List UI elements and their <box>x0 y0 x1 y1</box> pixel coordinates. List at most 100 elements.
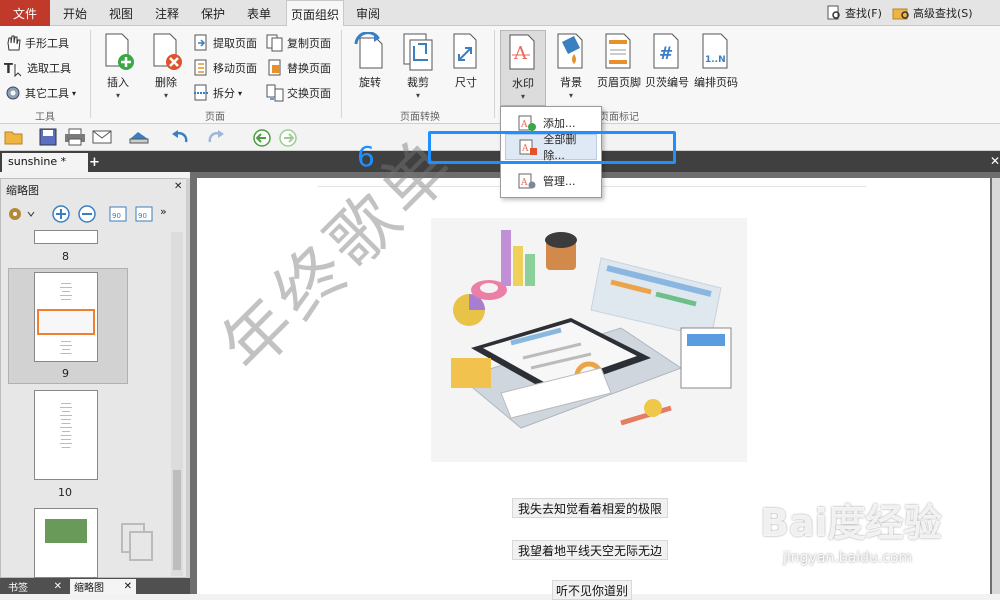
rotate-button[interactable]: 旋转 <box>350 30 390 104</box>
close-icon[interactable]: ✕ <box>124 581 132 592</box>
swap-page-button[interactable]: 交换页面 <box>266 82 331 104</box>
print-icon[interactable] <box>64 128 86 146</box>
back-arrow-icon[interactable] <box>252 128 272 148</box>
document-tab-sunshine[interactable]: sunshine * <box>2 153 88 172</box>
rotate-right-icon[interactable]: 90 <box>134 205 154 223</box>
zoom-in-icon[interactable] <box>52 205 70 223</box>
tab-comment[interactable]: 注释 <box>148 0 186 26</box>
replace-label: 替换页面 <box>287 62 331 75</box>
undo-icon[interactable] <box>170 129 190 145</box>
svg-text:90: 90 <box>138 212 147 220</box>
chevron-down-icon: ▾ <box>520 92 525 101</box>
rotate-label: 旋转 <box>359 76 381 89</box>
new-tab-icon[interactable]: + <box>89 155 100 170</box>
bates-number-icon: # <box>653 33 679 69</box>
open-folder-icon[interactable] <box>4 128 26 146</box>
gear-icon <box>6 86 20 100</box>
insert-page-icon <box>105 33 134 70</box>
close-panel-icon[interactable]: ✕ <box>174 181 182 192</box>
svg-text:1..N: 1..N <box>705 55 726 65</box>
svg-text:A: A <box>513 43 528 64</box>
svg-text:A: A <box>520 120 528 130</box>
manage-watermark-item[interactable]: A 管理... <box>505 168 597 194</box>
rotate-left-icon[interactable]: 90 <box>108 205 128 223</box>
hand-tool-label: 手形工具 <box>25 37 69 50</box>
file-menu-tab[interactable]: 文件 <box>0 0 50 26</box>
tab-page-organize[interactable]: 页面组织 <box>286 0 344 27</box>
forward-arrow-icon[interactable] <box>278 128 298 148</box>
tab-view[interactable]: 视图 <box>102 0 140 26</box>
text-cursor-icon: T <box>4 62 22 77</box>
rotate-icon <box>354 32 383 69</box>
insert-page-button[interactable]: 插入 ▾ <box>98 30 138 104</box>
page-numbering-button[interactable]: 1..N 编排页码 <box>692 30 740 104</box>
page-scrollbar[interactable] <box>992 178 1000 594</box>
svg-text:90: 90 <box>112 212 121 220</box>
tab-home[interactable]: 开始 <box>56 0 94 26</box>
tab-review[interactable]: 审阅 <box>350 0 386 26</box>
bates-label: 贝茨编号 <box>645 76 689 89</box>
background-button[interactable]: 背景 ▾ <box>550 30 592 104</box>
save-icon[interactable] <box>38 128 58 146</box>
tab-form[interactable]: 表单 <box>240 0 278 26</box>
thumbnail-tab-label: 缩略图 <box>74 583 104 594</box>
move-page-icon <box>194 59 207 76</box>
close-icon[interactable]: ✕ <box>54 581 62 592</box>
insert-label: 插入 <box>107 76 129 89</box>
swap-page-icon <box>266 84 284 102</box>
extract-page-button[interactable]: 提取页面 <box>192 32 257 54</box>
header-footer-icon <box>605 33 631 69</box>
hand-tool-button[interactable]: 手形工具 <box>4 32 69 54</box>
thumbnail-page-11[interactable] <box>34 508 98 578</box>
zoom-out-icon[interactable] <box>78 205 96 223</box>
header-footer-button[interactable]: 页眉页脚 <box>596 30 642 104</box>
size-label: 尺寸 <box>455 76 477 89</box>
select-tool-label: 选取工具 <box>27 62 71 75</box>
move-page-button[interactable]: 移动页面 <box>192 57 257 79</box>
thumbnail-page-9[interactable] <box>34 272 98 362</box>
delete-page-icon <box>153 33 182 70</box>
tools-group-label: 工具 <box>35 112 55 123</box>
step-highlight-box <box>428 131 676 164</box>
email-icon[interactable] <box>92 129 114 145</box>
more-options-icon[interactable]: » <box>160 205 167 218</box>
thumbnail-tab[interactable]: 缩略图 ✕ <box>70 579 136 594</box>
thumbnail-page-8[interactable] <box>34 230 98 244</box>
baidu-logo: Bai度经验 <box>760 501 942 545</box>
search-button[interactable]: 查找(F) <box>826 2 882 24</box>
replace-page-button[interactable]: 替换页面 <box>266 57 331 79</box>
crop-button[interactable]: 裁剪 ▾ <box>398 30 438 104</box>
delete-label: 删除 <box>155 76 177 89</box>
other-tools-label: 其它工具 <box>25 87 69 100</box>
svg-text:#: # <box>659 44 673 64</box>
split-button[interactable]: 拆分 ▾ <box>192 82 242 104</box>
group-divider <box>341 30 342 118</box>
select-tool-button[interactable]: T 选取工具 <box>4 57 71 79</box>
copy-page-icon <box>266 34 283 52</box>
header-footer-label: 页眉页脚 <box>597 76 641 89</box>
close-icon[interactable]: ✕ <box>990 154 1000 168</box>
chevron-down-icon: ▾ <box>163 91 168 100</box>
bates-number-button[interactable]: # 贝茨编号 <box>644 30 690 104</box>
tab-protect[interactable]: 保护 <box>194 0 232 26</box>
thumbnail-page-10[interactable] <box>34 390 98 480</box>
add-watermark-label: 添加... <box>543 117 576 130</box>
watermark-button[interactable]: A 水印 ▾ <box>500 30 546 106</box>
bookmark-tab[interactable]: 书签 ✕ <box>4 579 66 594</box>
copy-page-button[interactable]: 复制页面 <box>266 32 331 54</box>
advanced-search-button[interactable]: 高级查找(S) <box>892 2 973 24</box>
scan-icon[interactable] <box>128 129 150 145</box>
baidu-url: jingyan.baidu.com <box>783 550 913 566</box>
chevron-down-icon: ▾ <box>415 91 420 100</box>
page-number-label: 9 <box>62 367 69 380</box>
scrollbar-thumb[interactable] <box>173 470 181 570</box>
options-gear-icon[interactable] <box>6 204 36 224</box>
redo-icon[interactable] <box>206 129 226 145</box>
chevron-down-icon: ▾ <box>115 91 120 100</box>
other-tools-button[interactable]: 其它工具 ▾ <box>4 82 76 104</box>
lyric-line-1: 我失去知觉看着相爱的极限 <box>512 498 668 518</box>
background-label: 背景 <box>560 76 582 89</box>
size-button[interactable]: 尺寸 <box>446 30 486 104</box>
extract-page-icon <box>194 34 207 51</box>
delete-page-button[interactable]: 删除 ▾ <box>146 30 186 104</box>
